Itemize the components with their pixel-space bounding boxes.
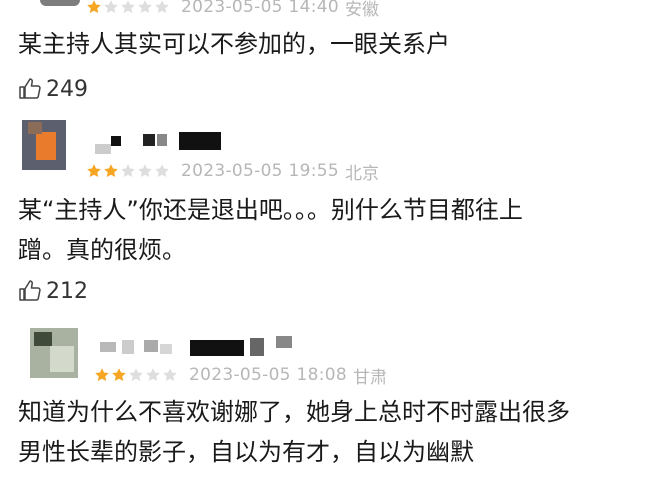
- star-icon: [137, 163, 153, 179]
- thumbs-up-icon: [18, 279, 46, 303]
- like-count: 249: [46, 76, 88, 102]
- star-icon: [103, 163, 119, 179]
- review-item: 2023-05-05 14:40 安徽 某主持人其实可以不参加的，一眼关系户 2…: [0, 0, 653, 114]
- like-count: 212: [46, 278, 88, 304]
- username-pixelated[interactable]: [100, 336, 300, 362]
- star-icon: [120, 163, 136, 179]
- star-icon: [145, 367, 161, 383]
- thumbs-up-icon: [18, 77, 46, 101]
- star-icon: [128, 367, 144, 383]
- avatar[interactable]: [30, 328, 78, 378]
- star-icon: [86, 0, 102, 15]
- star-icon: [120, 0, 136, 15]
- review-item: 2023-05-05 18:08 甘肃 知道为什么不喜欢谢娜了，她身上总时不时露…: [0, 314, 653, 480]
- star-rating: [86, 163, 171, 179]
- star-icon: [111, 367, 127, 383]
- like-button[interactable]: 249: [18, 74, 88, 104]
- review-location: 安徽: [345, 0, 379, 20]
- avatar[interactable]: [40, 0, 80, 6]
- review-date: 2023-05-05 14:40: [181, 0, 339, 17]
- review-date: 2023-05-05 19:55: [181, 161, 339, 181]
- review-text-line: 某主持人其实可以不参加的，一眼关系户: [18, 30, 450, 58]
- username-pixelated[interactable]: [95, 130, 230, 156]
- star-icon: [86, 163, 102, 179]
- like-button[interactable]: 212: [18, 276, 88, 306]
- review-text-line: 蹭。真的很烦。: [18, 236, 186, 264]
- review-location: 甘肃: [353, 367, 387, 388]
- review-meta: 2023-05-05 18:08 甘肃: [94, 364, 387, 388]
- review-text-line: 某“主持人”你还是退出吧。。。别什么节目都往上: [18, 196, 523, 224]
- review-text-line: 男性长辈的影子，自以为有才，自以为幽默: [18, 438, 474, 466]
- star-icon: [137, 0, 153, 15]
- star-icon: [103, 0, 119, 15]
- star-icon: [94, 367, 110, 383]
- review-text-line: 知道为什么不喜欢谢娜了，她身上总时不时露出很多: [18, 398, 570, 426]
- review-meta: 2023-05-05 14:40 安徽: [86, 0, 379, 20]
- review-location: 北京: [345, 163, 379, 184]
- star-rating: [86, 0, 171, 15]
- review-meta: 2023-05-05 19:55 北京: [86, 160, 379, 184]
- star-icon: [154, 0, 170, 15]
- star-icon: [154, 163, 170, 179]
- review-item: 2023-05-05 19:55 北京 某“主持人”你还是退出吧。。。别什么节目…: [0, 114, 653, 314]
- star-icon: [162, 367, 178, 383]
- review-date: 2023-05-05 18:08: [189, 365, 347, 385]
- avatar[interactable]: [22, 120, 66, 170]
- star-rating: [94, 367, 179, 383]
